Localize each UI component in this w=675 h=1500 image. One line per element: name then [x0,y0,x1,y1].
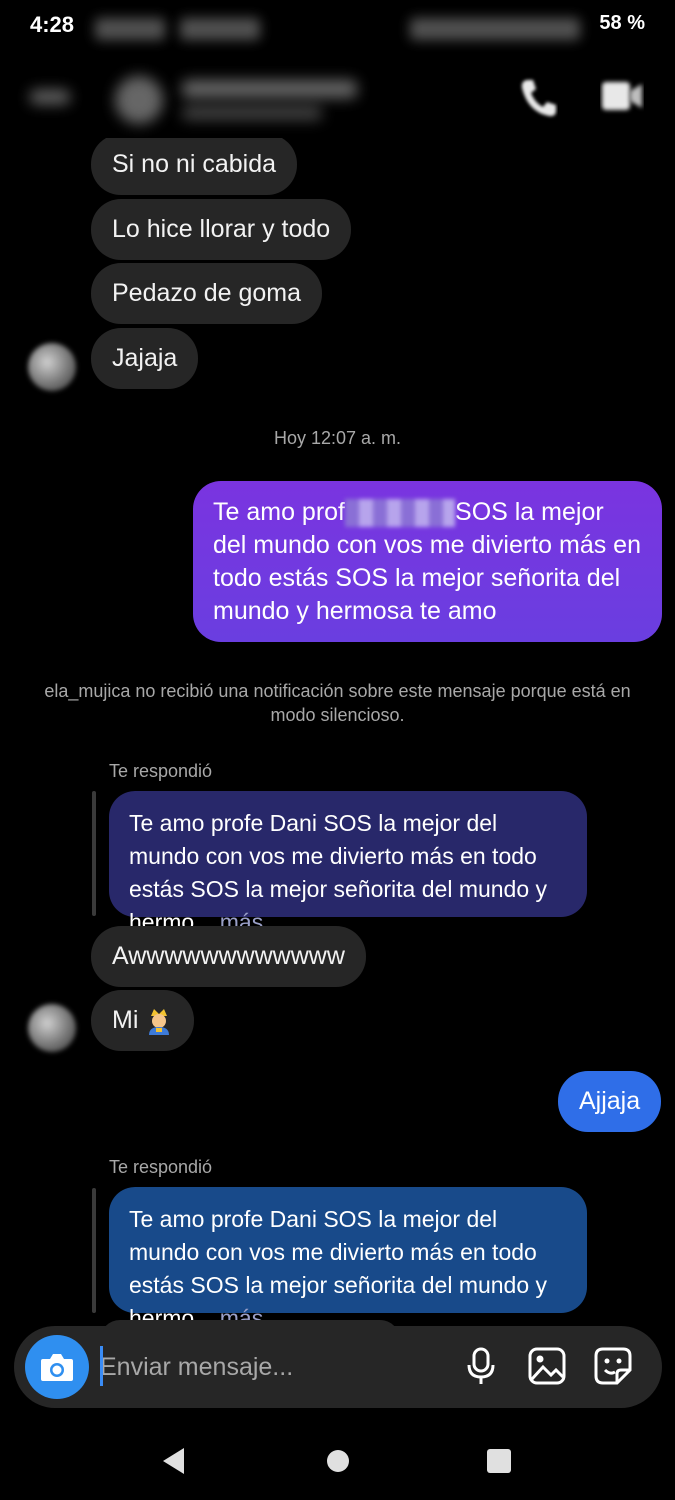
redacted-name [345,499,456,528]
contact-name-blurred[interactable] [182,80,357,98]
sender-avatar[interactable] [28,1004,76,1052]
silent-mode-notice: ela_mujica no recibió una notificación s… [44,681,631,725]
recents-nav-icon[interactable] [486,1448,512,1474]
message-text: Te amo prof [213,498,346,526]
back-nav-icon[interactable] [160,1446,188,1476]
message-text: Mi [112,1006,139,1034]
outgoing-message[interactable]: Te amo prof SOS la mejor del mundo con vo… [193,481,662,642]
quoted-message[interactable]: Te amo profe Dani SOS la mejor del mundo… [109,791,587,935]
person-with-crown-emoji [149,1009,170,1036]
incoming-message[interactable]: Lo hice llorar y todo [91,199,352,260]
sender-avatar[interactable] [28,343,76,391]
gallery-icon[interactable] [527,1346,567,1386]
message-timestamp: Hoy 12:07 a. m. [273,428,402,448]
quoted-message[interactable]: Te amo profe Dani SOS la mejor del mundo… [109,1187,587,1328]
incoming-message[interactable]: Jajaja [91,328,199,389]
camera-icon [41,1354,73,1381]
reply-label: Te respondió [109,1157,213,1177]
contact-avatar-blurred[interactable] [115,76,163,124]
phone-icon[interactable] [518,76,558,120]
status-icons-blurred [95,18,165,40]
chat-header [0,62,675,138]
text-cursor [100,1346,103,1386]
microphone-icon[interactable] [461,1346,501,1386]
system-nav-bar [0,1420,675,1500]
sticker-icon[interactable] [593,1346,633,1386]
reply-quote-bar [92,1188,96,1313]
status-time: 4:28 [30,12,75,37]
battery-level: 58 % [599,12,645,34]
quoted-text: Te amo profe Dani SOS la mejor del mundo… [129,810,548,935]
status-bar: 4:28 58 % [0,0,675,56]
incoming-message[interactable]: Awwwwwwwwwwww [91,926,366,987]
quoted-text: Te amo profe Dani SOS la mejor del mundo… [129,1206,548,1328]
contact-username-blurred [182,106,322,120]
incoming-message[interactable]: Si no ni cabida [91,138,298,195]
message-thread[interactable]: Si no ni cabida Lo hice llorar y todo Pe… [0,138,675,1328]
incoming-message[interactable]: Pedazo de goma [91,263,323,324]
message-composer [14,1326,662,1408]
status-icons-blurred [180,18,260,40]
reply-label: Te respondió [109,761,213,781]
camera-button[interactable] [25,1335,89,1399]
outgoing-message[interactable]: Ajjaja [558,1071,662,1132]
incoming-message[interactable]: Mi [91,990,195,1051]
reply-quote-bar [92,791,96,916]
video-icon[interactable] [600,76,644,116]
back-button-blurred[interactable] [30,90,70,104]
home-nav-icon[interactable] [326,1449,350,1473]
status-icons-blurred [410,18,580,40]
message-input[interactable] [100,1348,450,1386]
